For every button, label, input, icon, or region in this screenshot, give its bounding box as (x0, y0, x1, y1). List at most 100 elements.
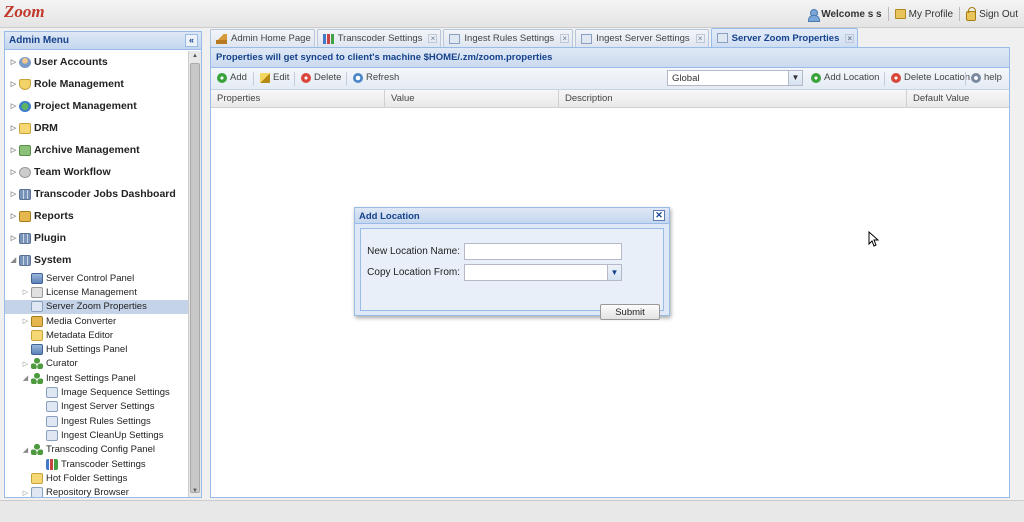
tree-item-server-zoom-properties[interactable]: ▷Server Zoom Properties (5, 299, 189, 314)
scroll-down-icon[interactable]: ▼ (189, 486, 201, 497)
tree-item-repository-browser[interactable]: ▷ Repository Browser (5, 485, 189, 497)
tree-item-metadata-editor[interactable]: ▷Metadata Editor (5, 328, 189, 342)
expand-arrow-icon[interactable]: ▷ (9, 146, 18, 154)
collapse-sidebar-button[interactable]: « (185, 34, 198, 47)
chevron-down-icon[interactable]: ▼ (607, 265, 621, 280)
header-user-bar: Welcome s s My Profile Sign Out (808, 6, 1018, 22)
collapse-arrow-icon[interactable]: ◢ (21, 446, 30, 454)
close-tab-icon[interactable]: × (845, 33, 855, 43)
my-profile-link[interactable]: My Profile (894, 9, 953, 20)
dialog-form: New Location Name: Copy Location From: ▼… (360, 228, 664, 320)
collapse-arrow-icon[interactable]: ◢ (21, 374, 30, 382)
delete-button[interactable]: Delete (301, 72, 341, 83)
page-icon (581, 33, 593, 44)
column-header-description[interactable]: Description (559, 90, 907, 107)
tree-icon (31, 444, 43, 456)
tree-item-team-workflow[interactable]: ▷ Team Workflow (5, 161, 189, 183)
tree-item-image-sequence-settings[interactable]: Image Sequence Settings (5, 385, 189, 399)
tree-item-transcoder-settings[interactable]: Transcoder Settings (5, 457, 189, 471)
sign-out-link[interactable]: Sign Out (966, 6, 1018, 21)
tree-item-archive-management[interactable]: ▷ Archive Management (5, 139, 189, 161)
expand-arrow-icon[interactable]: ▷ (9, 80, 18, 88)
tree-item-label: Hub Settings Panel (46, 344, 128, 356)
tree-item-label: Hot Folder Settings (46, 472, 128, 484)
tab-label: Transcoder Settings (337, 33, 423, 44)
tree-item-system[interactable]: ◢ System (5, 249, 189, 271)
delete-icon (301, 72, 311, 83)
expand-arrow-icon[interactable]: ▷ (9, 102, 18, 110)
tree-item-label: Archive Management (34, 144, 140, 156)
column-header-value[interactable]: Value (385, 90, 559, 107)
tree-item-media-converter[interactable]: ▷ Media Converter (5, 314, 189, 328)
tree-item-curator[interactable]: ▷ Curator (5, 357, 189, 371)
sidebar-scrollbar[interactable]: ▲ ▼ (188, 51, 201, 497)
edit-button[interactable]: Edit (260, 72, 289, 83)
home-icon (216, 33, 227, 44)
tree-item-ingest-server-settings[interactable]: Ingest Server Settings (5, 400, 189, 414)
tab-transcoder-settings[interactable]: Transcoder Settings × (316, 29, 442, 47)
tab-ingest-server-settings[interactable]: Ingest Server Settings × (575, 29, 709, 47)
new-location-name-input[interactable] (464, 243, 622, 260)
tree-item-label: Ingest Server Settings (61, 401, 155, 413)
column-header-default-value[interactable]: Default Value (907, 90, 1009, 107)
tree-item-transcoder-jobs-dashboard[interactable]: ▷ Transcoder Jobs Dashboard (5, 183, 189, 205)
close-icon[interactable]: ✕ (653, 210, 665, 221)
tree-item-hot-folder-settings[interactable]: ▷Hot Folder Settings (5, 471, 189, 485)
tree-item-label: Ingest CleanUp Settings (61, 429, 164, 441)
tree-item-license-management[interactable]: ▷ License Management (5, 285, 189, 299)
tab-server-zoom-properties[interactable]: Server Zoom Properties × (710, 28, 859, 47)
add-button[interactable]: Add (217, 72, 247, 83)
submit-button[interactable]: Submit (600, 304, 660, 320)
new-location-row: New Location Name: (361, 243, 622, 260)
tree-item-label: System (34, 254, 72, 266)
tree-item-project-management[interactable]: ▷ Project Management (5, 95, 189, 117)
tree-item-user-accounts[interactable]: ▷ User Accounts (5, 51, 189, 73)
expand-arrow-icon[interactable]: ▷ (9, 58, 18, 66)
delete-location-button[interactable]: Delete Location (891, 72, 970, 83)
tree-item-role-management[interactable]: ▷ Role Management (5, 73, 189, 95)
expand-arrow-icon[interactable]: ▷ (9, 124, 18, 132)
project-icon (19, 100, 31, 112)
profile-icon (894, 9, 906, 19)
expand-arrow-icon[interactable]: ▷ (21, 489, 30, 497)
mouse-cursor-icon (868, 231, 879, 247)
header-divider (887, 7, 889, 21)
lock-icon (966, 6, 977, 21)
collapse-arrow-icon[interactable]: ◢ (9, 256, 18, 264)
tree-item-drm[interactable]: ▷ DRM (5, 117, 189, 139)
tab-ingest-rules-settings[interactable]: Ingest Rules Settings × (443, 29, 574, 47)
tree-item-transcoding-config-panel[interactable]: ◢ Transcoding Config Panel (5, 443, 189, 457)
expand-arrow-icon[interactable]: ▷ (9, 190, 18, 198)
dialog-title: Add Location (359, 211, 420, 222)
add-icon (811, 72, 821, 83)
tree-item-plugin[interactable]: ▷ Plugin (5, 227, 189, 249)
copy-location-label: Copy Location From: (367, 267, 460, 278)
scroll-up-icon[interactable]: ▲ (189, 51, 201, 62)
tab-admin-home-page[interactable]: Admin Home Page (210, 29, 315, 47)
expand-arrow-icon[interactable]: ▷ (9, 234, 18, 242)
tree-item-ingest-settings-panel[interactable]: ◢ Ingest Settings Panel (5, 371, 189, 385)
expand-arrow-icon[interactable]: ▷ (9, 168, 18, 176)
location-select[interactable]: Global ▼ (667, 70, 803, 86)
tree-item-reports[interactable]: ▷ Reports (5, 205, 189, 227)
tree-item-ingest-cleanup-settings[interactable]: Ingest CleanUp Settings (5, 428, 189, 442)
page-icon (716, 33, 728, 43)
help-button[interactable]: help (971, 72, 1002, 83)
column-header-properties[interactable]: Properties (211, 90, 385, 107)
expand-arrow-icon[interactable]: ▷ (21, 317, 30, 325)
close-tab-icon[interactable]: × (560, 34, 570, 43)
expand-arrow-icon[interactable]: ▷ (21, 288, 30, 296)
sidebar-scroll-thumb[interactable] (190, 63, 200, 493)
tree-item-ingest-rules-settings[interactable]: Ingest Rules Settings (5, 414, 189, 428)
add-location-button[interactable]: Add Location (811, 72, 879, 83)
refresh-button[interactable]: Refresh (353, 72, 399, 83)
copy-location-from-select[interactable]: ▼ (464, 264, 622, 281)
close-tab-icon[interactable]: × (428, 34, 438, 43)
chevron-down-icon[interactable]: ▼ (788, 71, 802, 85)
expand-arrow-icon[interactable]: ▷ (9, 212, 18, 220)
tree-item-server-control-panel[interactable]: ▷Server Control Panel (5, 271, 189, 285)
tree-item-hub-settings-panel[interactable]: ▷Hub Settings Panel (5, 342, 189, 356)
close-tab-icon[interactable]: × (695, 34, 705, 43)
expand-arrow-icon[interactable]: ▷ (21, 360, 30, 368)
add-label: Add (230, 72, 247, 83)
